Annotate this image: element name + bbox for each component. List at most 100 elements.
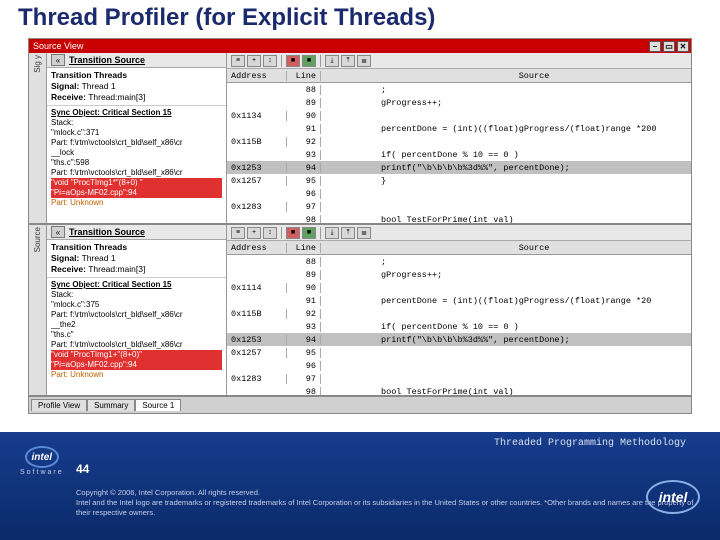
tool-icon[interactable]: ≡: [231, 55, 245, 67]
stack-row[interactable]: Part: f:\rtm\vctools\crt_bld\self_x86\cr: [51, 310, 222, 320]
code-row[interactable]: 89gProgress++;: [227, 96, 691, 109]
stack-row[interactable]: Part: f:\rtm\vctools\crt_bld\self_x86\cr: [51, 168, 222, 178]
col-address[interactable]: Address: [227, 243, 287, 253]
back-button[interactable]: «: [51, 54, 65, 66]
code-row[interactable]: 0x115B92: [227, 307, 691, 320]
code-row[interactable]: 98bool TestForPrime(int val): [227, 385, 691, 395]
receive-label: Receive:: [51, 264, 86, 274]
top-panel: Sig y « Transition Source Transition Thr…: [29, 53, 691, 225]
stack-row[interactable]: "mlock.c":375: [51, 300, 222, 310]
stack-row[interactable]: "void "ProcTImg1+"(8+0)": [51, 350, 222, 360]
intel-logo-left: intel Software: [20, 446, 64, 476]
intel-oval-icon: intel: [25, 446, 59, 468]
tab-summary[interactable]: Summary: [87, 399, 135, 411]
code-row[interactable]: 91percentDone = (int)((float)gProgress/(…: [227, 122, 691, 135]
cell-source: gProgress++;: [377, 270, 691, 280]
code-row[interactable]: 0x111490: [227, 281, 691, 294]
tool-icon[interactable]: ■: [302, 55, 316, 67]
tool-icon[interactable]: ≡: [231, 227, 245, 239]
vertical-tab-bottom[interactable]: Source: [29, 225, 47, 395]
code-row[interactable]: 89gProgress++;: [227, 268, 691, 281]
stack-row[interactable]: Part: Unknown: [51, 370, 222, 380]
maximize-button[interactable]: ▭: [663, 41, 675, 52]
code-row[interactable]: 98bool TestForPrime(int val): [227, 213, 691, 223]
tool-icon[interactable]: ■: [286, 227, 300, 239]
cell-line: 95: [287, 176, 321, 186]
methodology-text: Threaded Programming Methodology: [494, 438, 686, 449]
sync-object-label: Sync Object: Critical Section 15: [51, 108, 222, 118]
stack-row[interactable]: "void "ProcTImg1*"(8+0) ": [51, 178, 222, 188]
stack-row[interactable]: __lock: [51, 148, 222, 158]
close-button[interactable]: ✕: [677, 41, 689, 52]
tool-icon[interactable]: +: [247, 227, 261, 239]
cell-line: 95: [287, 348, 321, 358]
tool-icon[interactable]: ⤒: [341, 55, 355, 67]
tool-icon[interactable]: ⤒: [341, 227, 355, 239]
stack-row[interactable]: "ths.c": [51, 330, 222, 340]
col-source[interactable]: Source: [377, 243, 691, 253]
transition-title: Transition Source: [69, 55, 145, 65]
tool-icon[interactable]: +: [247, 55, 261, 67]
window-controls: – ▭ ✕: [649, 41, 689, 52]
back-button[interactable]: «: [51, 226, 65, 238]
code-row[interactable]: 0x115B92: [227, 135, 691, 148]
tool-icon[interactable]: ■: [286, 55, 300, 67]
tab-source[interactable]: Source 1: [135, 399, 181, 411]
transition-pane-top: « Transition Source Transition Threads S…: [47, 53, 227, 223]
col-line[interactable]: Line: [287, 71, 321, 81]
window-title-bar: Source View – ▭ ✕: [29, 39, 691, 53]
transition-info: Transition Threads Signal: Thread 1 Rece…: [47, 68, 226, 105]
intel-oval-icon: intel: [646, 480, 700, 514]
bottom-tabs: Profile View Summary Source 1: [31, 399, 181, 411]
stack-row[interactable]: __the2: [51, 320, 222, 330]
code-row[interactable]: 88;: [227, 255, 691, 268]
code-body[interactable]: 88;89gProgress++;0x11149091percentDone =…: [227, 255, 691, 395]
stack-row[interactable]: "ths.c":598: [51, 158, 222, 168]
tool-icon[interactable]: ↕: [263, 227, 277, 239]
tool-icon[interactable]: ⤓: [325, 55, 339, 67]
cell-source: bool TestForPrime(int val): [377, 215, 691, 224]
sync-block: Sync Object: Critical Section 15 Stack: …: [47, 277, 226, 382]
code-row[interactable]: 0x128397: [227, 200, 691, 213]
code-row[interactable]: 0x128397: [227, 372, 691, 385]
transition-header: « Transition Source: [47, 53, 226, 68]
code-row[interactable]: 0x125795}: [227, 174, 691, 187]
window-title: Source View: [33, 41, 83, 51]
cell-source: }: [377, 176, 691, 186]
code-row[interactable]: 0x125394 printf("\b\b\b\b%3d%%", percent…: [227, 161, 691, 174]
col-line[interactable]: Line: [287, 243, 321, 253]
code-row[interactable]: 96: [227, 187, 691, 200]
tab-profile-view[interactable]: Profile View: [31, 399, 87, 411]
tool-icon[interactable]: ≣: [357, 55, 371, 67]
receive-value: Thread:main[3]: [88, 92, 145, 102]
tool-icon[interactable]: ↕: [263, 55, 277, 67]
tool-icon[interactable]: ≣: [357, 227, 371, 239]
code-row[interactable]: 0x125394 printf("\b\b\b\b%3d%%", percent…: [227, 333, 691, 346]
stack-row[interactable]: "Pi=aOps-MF02.cpp":94: [51, 188, 222, 198]
stack-row[interactable]: Part: f:\rtm\vctools\crt_bld\self_x86\cr: [51, 340, 222, 350]
code-row[interactable]: 0x125795: [227, 346, 691, 359]
code-row[interactable]: 96: [227, 359, 691, 372]
col-address[interactable]: Address: [227, 71, 287, 81]
stack-row[interactable]: Part: Unknown: [51, 198, 222, 208]
transition-threads-label: Transition Threads: [51, 242, 222, 253]
tool-icon[interactable]: ⤓: [325, 227, 339, 239]
vertical-tab-top[interactable]: Sig y: [29, 53, 47, 223]
code-row[interactable]: 93if( percentDone % 10 == 0 ): [227, 148, 691, 161]
stack-row[interactable]: "Pi=aOps-MF02.cpp":94: [51, 360, 222, 370]
code-row[interactable]: 88;: [227, 83, 691, 96]
code-body[interactable]: 88;89gProgress++;0x11349091percentDone =…: [227, 83, 691, 223]
stack-row[interactable]: "mlock.c":371: [51, 128, 222, 138]
receive-value: Thread:main[3]: [88, 264, 145, 274]
cell-line: 90: [287, 283, 321, 293]
tool-icon[interactable]: ■: [302, 227, 316, 239]
stack-row[interactable]: Part: f:\rtm\vctools\crt_bld\self_x86\cr: [51, 138, 222, 148]
cell-line: 94: [287, 335, 321, 345]
cell-source: printf("\b\b\b\b%3d%%", percentDone);: [377, 335, 691, 345]
code-row[interactable]: 91percentDone = (int)((float)gProgress/(…: [227, 294, 691, 307]
code-row[interactable]: 93if( percentDone % 10 == 0 ): [227, 320, 691, 333]
code-row[interactable]: 0x113490: [227, 109, 691, 122]
col-source[interactable]: Source: [377, 71, 691, 81]
minimize-button[interactable]: –: [649, 41, 661, 52]
cell-line: 92: [287, 309, 321, 319]
